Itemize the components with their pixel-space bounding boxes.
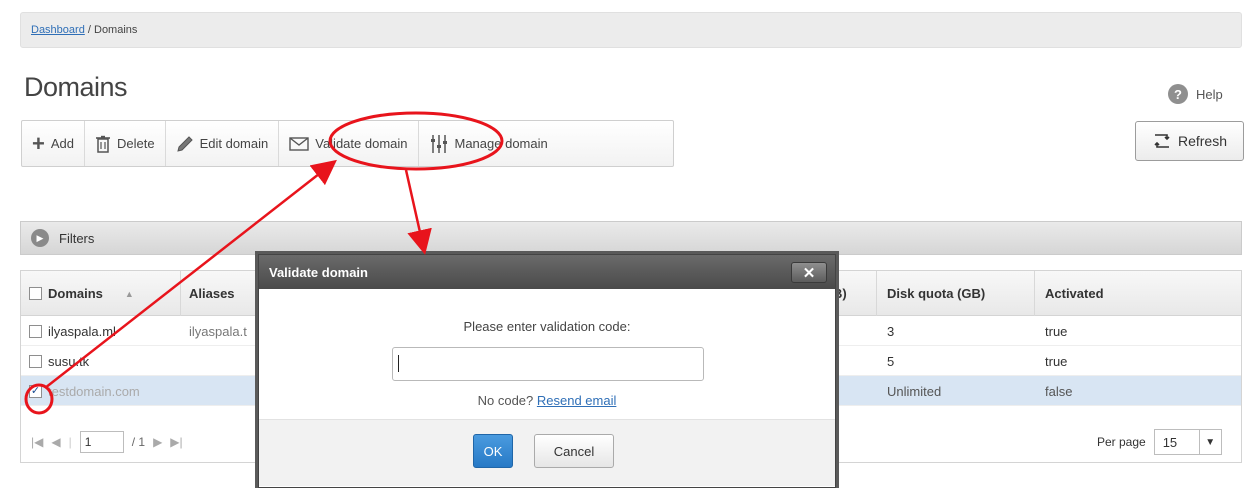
page-title: Domains [24, 72, 128, 102]
plus-icon: + [32, 130, 45, 156]
per-page-select[interactable]: 15 ▼ [1153, 429, 1222, 455]
dialog-header: Validate domain ✕ [259, 255, 835, 289]
row-checkbox[interactable] [29, 324, 42, 338]
add-button[interactable]: + Add [22, 121, 85, 166]
no-code-text: No code? [477, 393, 534, 408]
sliders-icon [430, 134, 447, 153]
resend-line: No code? Resend email [259, 393, 835, 408]
column-activated-label: Activated [1045, 286, 1104, 301]
column-header-domains[interactable]: Domains ▲ [21, 271, 181, 316]
column-header-activated[interactable]: Activated [1035, 271, 1243, 316]
resend-email-link[interactable]: Resend email [537, 393, 617, 408]
column-domains-label: Domains [48, 286, 103, 301]
row-checkbox-checked[interactable]: ✓ [29, 384, 42, 398]
ok-button[interactable]: OK [473, 434, 513, 468]
pagination: |◀ ◀ | / 1 ▶ ▶| [31, 431, 183, 453]
text-caret [398, 355, 399, 372]
column-header-disk-quota[interactable]: Disk quota (GB) [877, 271, 1035, 316]
edit-domain-button[interactable]: Edit domain [166, 121, 280, 166]
delete-label: Delete [117, 136, 155, 151]
expand-arrow-icon: ▶ [31, 229, 49, 247]
close-icon: ✕ [802, 264, 816, 282]
help-label: Help [1196, 86, 1223, 102]
breadcrumb-separator: / [84, 24, 94, 36]
aliases-cell: ilyaspala.t [189, 323, 247, 339]
prev-page-icon[interactable]: ◀ [51, 435, 60, 449]
manage-domain-button[interactable]: Manage domain [419, 121, 558, 166]
domain-cell: ilyaspala.ml [21, 316, 116, 346]
app-window: Dashboard / Domains Domains ? Help Refre… [0, 0, 1249, 488]
domain-name: ilyaspala.ml [48, 323, 116, 339]
validate-domain-button[interactable]: Validate domain [279, 121, 419, 166]
activated-cell: false [1045, 383, 1073, 399]
first-page-icon[interactable]: |◀ [31, 435, 43, 449]
trash-icon [96, 135, 110, 153]
breadcrumb-current: Domains [94, 24, 138, 36]
dialog-body: Please enter validation code: No code? R… [259, 289, 835, 419]
aliases-cell [181, 346, 189, 376]
page-total: / 1 [131, 435, 146, 449]
sort-icon: ▲ [124, 288, 134, 299]
validation-prompt: Please enter validation code: [463, 319, 631, 334]
filters-label: Filters [59, 230, 95, 246]
refresh-label: Refresh [1177, 133, 1228, 149]
column-header-aliases[interactable]: Aliases [181, 271, 259, 316]
add-label: Add [50, 136, 74, 151]
domain-name: testdomain.com [48, 383, 140, 399]
validate-domain-dialog: Validate domain ✕ Please enter validatio… [258, 254, 836, 488]
activated-cell: true [1045, 323, 1068, 339]
cancel-button[interactable]: Cancel [534, 434, 614, 468]
validate-domain-label: Validate domain [315, 136, 408, 151]
quota-cell: Unlimited [887, 383, 942, 399]
breadcrumb: Dashboard / Domains [20, 12, 1242, 48]
quota-cell: 3 [887, 323, 895, 339]
select-all-checkbox[interactable] [29, 287, 42, 300]
page-number-input[interactable] [79, 431, 124, 453]
delete-button[interactable]: Delete [85, 121, 166, 166]
per-page-label: Per page [1097, 435, 1146, 449]
aliases-cell [181, 376, 189, 406]
help-link[interactable]: ? Help [1168, 84, 1223, 104]
per-page-value: 15 [1162, 434, 1178, 450]
dialog-title: Validate domain [269, 264, 368, 280]
toolbar: + Add Delete Edit domain Validate domain… [21, 120, 674, 167]
refresh-button[interactable]: Refresh [1135, 121, 1244, 161]
manage-domain-label: Manage domain [454, 136, 548, 151]
next-page-icon[interactable]: ▶ [153, 435, 162, 449]
per-page-control: Per page 15 ▼ [1097, 429, 1222, 455]
quota-cell: 5 [887, 353, 895, 369]
domain-cell: ✓ testdomain.com [21, 376, 140, 406]
close-button[interactable]: ✕ [791, 262, 827, 283]
domain-name: susu.tk [48, 353, 90, 369]
domain-cell: susu.tk [21, 346, 89, 376]
validation-code-input[interactable] [392, 347, 704, 381]
row-checkbox[interactable] [29, 354, 42, 368]
breadcrumb-dashboard-link[interactable]: Dashboard [31, 24, 85, 36]
help-icon: ? [1168, 84, 1188, 104]
filters-toggle[interactable]: ▶ Filters [20, 221, 1242, 255]
refresh-icon [1154, 134, 1170, 148]
pager-divider: | [68, 435, 72, 449]
column-header-partial[interactable]: B) [829, 271, 877, 316]
activated-cell: true [1045, 353, 1068, 369]
last-page-icon[interactable]: ▶| [170, 435, 182, 449]
column-disk-quota-label: Disk quota (GB) [887, 286, 986, 301]
chevron-down-icon: ▼ [1198, 430, 1221, 454]
envelope-icon [289, 136, 309, 151]
column-aliases-label: Aliases [189, 286, 235, 301]
pencil-icon [176, 135, 193, 152]
dialog-footer: OK Cancel [259, 419, 835, 486]
edit-domain-label: Edit domain [199, 136, 269, 151]
